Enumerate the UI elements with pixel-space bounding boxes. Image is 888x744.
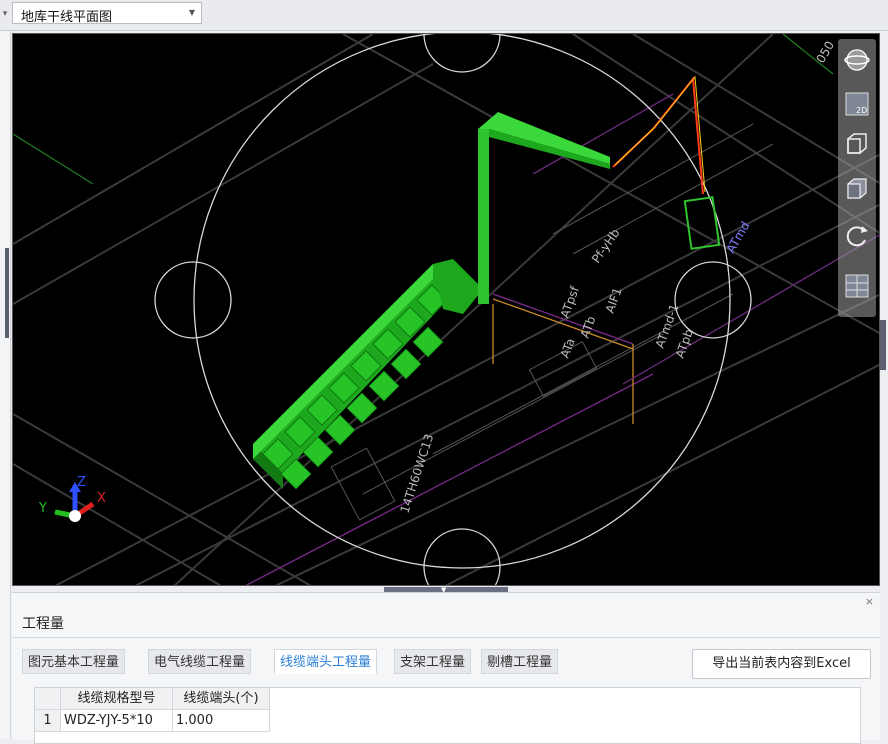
export-excel-button[interactable]: 导出当前表内容到Excel	[692, 649, 871, 679]
table-cell-count[interactable]: 1.000	[173, 710, 270, 732]
svg-text:ATmd: ATmd	[723, 219, 752, 255]
column-header-count[interactable]: 线缆端头(个)	[173, 688, 270, 710]
table-corner	[35, 688, 61, 710]
svg-text:AIF1: AIF1	[603, 286, 625, 315]
view-toolbar: 2D	[838, 39, 876, 317]
tab-basic-quantity[interactable]: 图元基本工程量	[22, 649, 126, 674]
right-collapse-handle[interactable]	[880, 320, 886, 370]
tab-slot-quantity[interactable]: 剔槽工程量	[481, 649, 559, 674]
axis-y-label: Y	[38, 501, 47, 516]
svg-text:2D: 2D	[856, 106, 867, 115]
grid-layout-icon[interactable]	[842, 271, 872, 301]
3d-box-icon[interactable]	[842, 129, 872, 159]
axis-z-label: Z	[77, 475, 86, 490]
left-side-strip	[0, 31, 11, 739]
layer-select-value: 地库干线平面图	[21, 10, 113, 25]
chevron-down-icon[interactable]: ▾	[0, 6, 10, 22]
close-icon[interactable]: ×	[865, 595, 874, 608]
shaded-box-icon[interactable]	[842, 174, 872, 204]
table-cell-spec[interactable]: WDZ-YJY-5*10	[61, 710, 173, 732]
cad-scene: Pf-yHb ATpsf AIF1 ATb ATa ATmd 14TH60WC1…	[13, 34, 879, 585]
chevron-down-icon: ▼	[188, 8, 195, 17]
quantity-table: 线缆规格型号 线缆端头(个) 1 WDZ-YJY-5*10 1.000	[34, 687, 861, 744]
column-header-spec[interactable]: 线缆规格型号	[61, 688, 173, 710]
svg-text:050: 050	[813, 39, 837, 66]
tab-bracket-quantity[interactable]: 支架工程量	[394, 649, 472, 674]
svg-text:14TH60WC13: 14TH60WC13	[398, 432, 437, 515]
row-number: 1	[35, 710, 61, 732]
tab-cable-quantity[interactable]: 电气线缆工程量	[148, 649, 252, 674]
axis-x-label: X	[97, 491, 106, 506]
quantity-panel: × 工程量 图元基本工程量 电气线缆工程量 线缆端头工程量 支架工程量 剔槽工程…	[12, 592, 880, 744]
svg-text:ATa: ATa	[558, 336, 578, 360]
svg-text:Pf-yHb: Pf-yHb	[589, 226, 623, 266]
panel-title: 工程量	[22, 616, 64, 632]
tab-cable-end-quantity[interactable]: 线缆端头工程量	[274, 649, 378, 674]
svg-text:ATpsf: ATpsf	[558, 284, 583, 320]
cable-tray[interactable]	[253, 112, 610, 490]
3d-viewport[interactable]: Pf-yHb ATpsf AIF1 ATb ATa ATmd 14TH60WC1…	[12, 33, 880, 586]
orbit-icon[interactable]	[842, 45, 872, 75]
layer-select[interactable]: 地库干线平面图 ▼	[12, 2, 202, 25]
top-toolbar: ▾ 地库干线平面图 ▼	[0, 0, 888, 31]
left-collapse-handle[interactable]	[5, 248, 9, 338]
rotate-icon[interactable]	[842, 221, 872, 251]
divider	[12, 637, 880, 638]
2d-view-icon[interactable]: 2D	[842, 89, 872, 119]
